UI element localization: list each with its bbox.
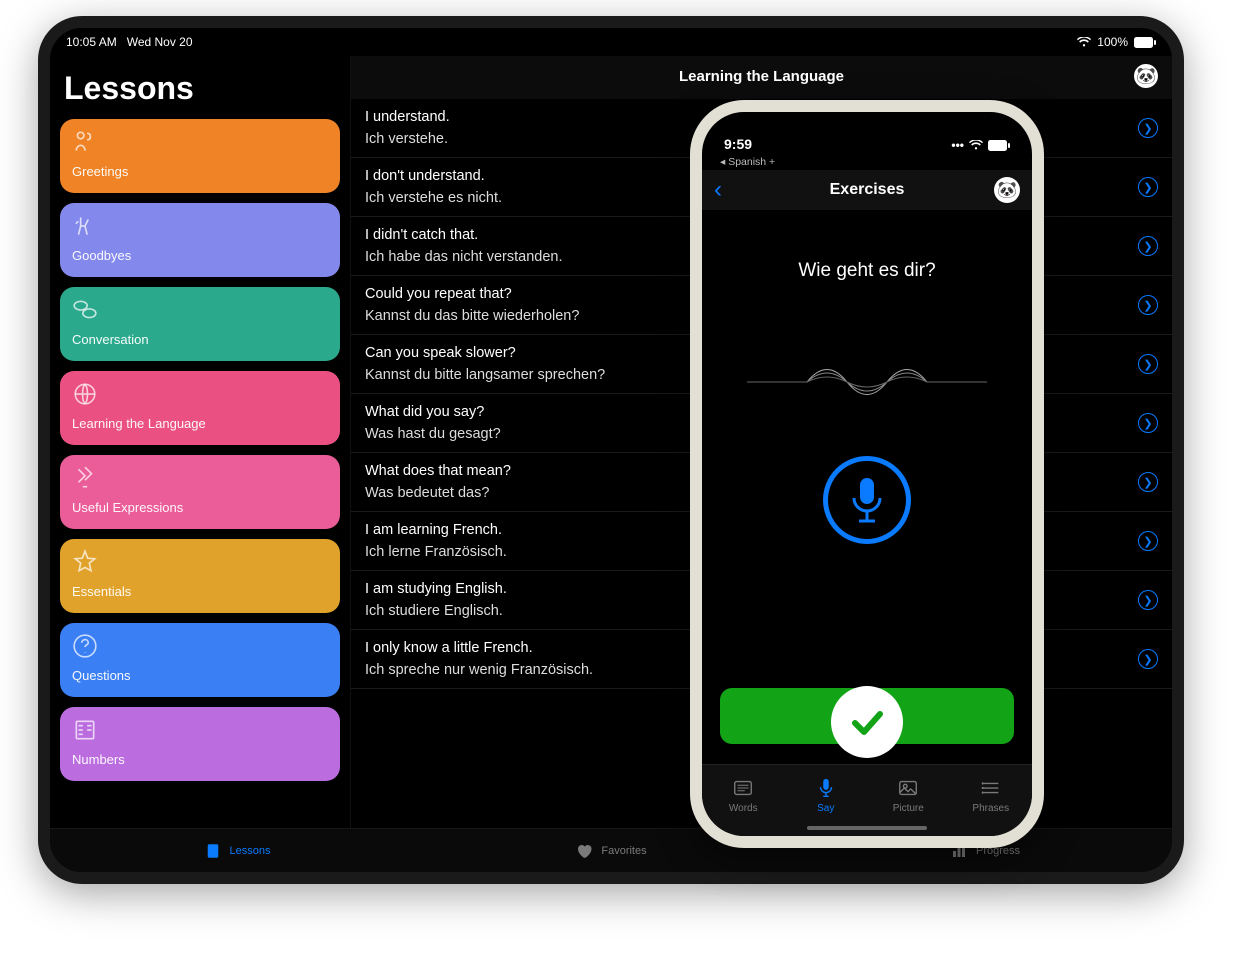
lesson-card-conversation[interactable]: Conversation [60, 287, 340, 361]
microphone-button[interactable] [823, 456, 911, 544]
lesson-card-essentials[interactable]: Essentials [60, 539, 340, 613]
lesson-label: Numbers [72, 752, 328, 767]
picture-icon [897, 777, 919, 799]
lesson-label: Greetings [72, 164, 328, 179]
lesson-card-useful-expressions[interactable]: Useful Expressions [60, 455, 340, 529]
ipad-status-bar: 10:05 AM Wed Nov 20 100% [50, 28, 1172, 56]
favorites-icon [575, 842, 593, 860]
content-title: Learning the Language [679, 68, 844, 85]
chevron-right-icon[interactable]: ❯ [1138, 295, 1158, 315]
wifi-icon [1077, 37, 1091, 47]
lesson-icon [72, 213, 328, 239]
exercise-body: Wie geht es dir? [702, 210, 1032, 544]
lesson-card-greetings[interactable]: Greetings [60, 119, 340, 193]
lesson-icon [72, 129, 328, 155]
lesson-label: Conversation [72, 332, 328, 347]
chevron-right-icon[interactable]: ❯ [1138, 118, 1158, 138]
lesson-icon [72, 633, 328, 659]
phrases-icon [980, 777, 1002, 799]
content-header: Learning the Language 🐼 [351, 56, 1172, 99]
exercise-prompt: Wie geht es dir? [798, 260, 935, 282]
say-icon [815, 777, 837, 799]
ipad-status-battery: 100% [1097, 35, 1128, 49]
back-button[interactable]: ‹ [714, 176, 722, 204]
home-indicator[interactable] [807, 826, 927, 830]
lessons-icon [204, 842, 222, 860]
lesson-card-questions[interactable]: Questions [60, 623, 340, 697]
profile-avatar[interactable]: 🐼 [994, 177, 1020, 203]
lesson-card-goodbyes[interactable]: Goodbyes [60, 203, 340, 277]
chevron-right-icon[interactable]: ❯ [1138, 177, 1158, 197]
lesson-label: Learning the Language [72, 416, 328, 431]
battery-icon [1134, 37, 1156, 48]
tab-label: Favorites [601, 845, 646, 857]
tab-label: Phrases [972, 803, 1009, 814]
lesson-card-numbers[interactable]: Numbers [60, 707, 340, 781]
lesson-label: Essentials [72, 584, 328, 599]
lesson-icon [72, 465, 328, 491]
tab-label: Words [729, 803, 758, 814]
waveform-icon [747, 352, 987, 412]
lesson-label: Goodbyes [72, 248, 328, 263]
profile-avatar[interactable]: 🐼 [1134, 64, 1158, 88]
wifi-icon [969, 140, 983, 150]
panda-icon: 🐼 [997, 180, 1017, 200]
chevron-right-icon[interactable]: ❯ [1138, 236, 1158, 256]
microphone-icon [847, 476, 887, 524]
iphone-status-time: 9:59 [724, 136, 752, 152]
tab-label: Lessons [230, 845, 271, 857]
lesson-icon [72, 717, 328, 743]
iphone-nav-title: Exercises [830, 181, 905, 199]
chevron-right-icon[interactable]: ❯ [1138, 354, 1158, 374]
lesson-label: Useful Expressions [72, 500, 328, 515]
lessons-sidebar: Lessons Greetings Goodbyes Conversation Lea… [50, 56, 350, 828]
chevron-right-icon[interactable]: ❯ [1138, 472, 1158, 492]
battery-icon [988, 140, 1010, 151]
ipad-status-time: 10:05 AM [66, 35, 117, 49]
tab-lessons[interactable]: Lessons [50, 842, 424, 860]
sidebar-title: Lessons [64, 70, 336, 107]
lesson-icon [72, 549, 328, 575]
panda-icon: 🐼 [1136, 66, 1156, 86]
tab-words[interactable]: Words [702, 765, 785, 836]
confirm-check-circle[interactable] [831, 686, 903, 758]
chevron-right-icon[interactable]: ❯ [1138, 649, 1158, 669]
chevron-right-icon[interactable]: ❯ [1138, 413, 1158, 433]
chevron-right-icon[interactable]: ❯ [1138, 531, 1158, 551]
lesson-icon [72, 297, 328, 323]
tab-label: Picture [893, 803, 924, 814]
iphone-device: 9:59 ••• ◂ Spanish + ‹ Exercises 🐼 Wie g… [690, 100, 1044, 848]
chevron-right-icon[interactable]: ❯ [1138, 590, 1158, 610]
lesson-card-learning-the-language[interactable]: Learning the Language [60, 371, 340, 445]
tab-label: Say [817, 803, 834, 814]
signal-icon: ••• [951, 138, 964, 152]
lesson-label: Questions [72, 668, 328, 683]
tab-phrases[interactable]: Phrases [950, 765, 1033, 836]
iphone-notch [782, 112, 952, 140]
lesson-icon [72, 381, 328, 407]
iphone-breadcrumb[interactable]: ◂ Spanish + [702, 156, 1032, 168]
iphone-nav-bar: ‹ Exercises 🐼 [702, 170, 1032, 210]
checkmark-icon [847, 702, 887, 742]
words-icon [732, 777, 754, 799]
ipad-status-date: Wed Nov 20 [127, 35, 193, 49]
